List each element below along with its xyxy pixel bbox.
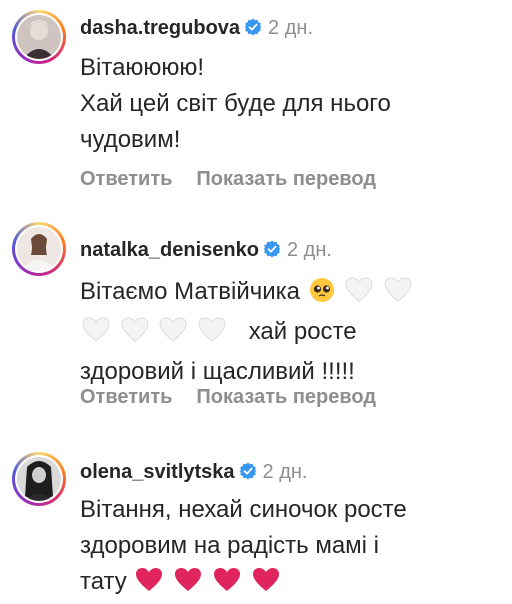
- reply-button[interactable]: Ответить: [80, 168, 172, 190]
- comment-time: 2 дн.: [286, 239, 332, 261]
- show-translation-button[interactable]: Показать перевод: [196, 168, 376, 190]
- comment-time: 2 дн.: [262, 461, 308, 483]
- avatar[interactable]: [17, 227, 61, 271]
- comment-item: dasha.tregubova 2 дн. Вітаюююю! Хай цей с…: [0, 0, 512, 210]
- white-heart-emoji: [198, 317, 226, 354]
- comment-line-text: хай росте: [248, 318, 357, 345]
- comment-line: тату: [80, 564, 490, 604]
- comment-text: Вітання, нехай синочок росте здоровим на…: [80, 492, 490, 604]
- comment-item: olena_svitlytska 2 дн. Вітання, нехай син…: [0, 440, 512, 600]
- avatar[interactable]: [17, 15, 61, 59]
- white-heart-emoji: [82, 317, 110, 354]
- comment-line: Хай цей світ буде для нього: [80, 90, 391, 117]
- white-heart-emoji: [121, 317, 149, 354]
- comment-line: Вітання, нехай синочок росте: [80, 496, 407, 523]
- comment-text: Вітаюююю! Хай цей світ буде для нього чу…: [80, 50, 490, 158]
- comment-line: хай росте: [80, 314, 490, 354]
- white-heart-emoji: [159, 317, 187, 354]
- reply-button[interactable]: Ответить: [80, 386, 172, 408]
- pleading-face-emoji: [309, 277, 335, 314]
- avatar-story-ring[interactable]: [12, 452, 66, 506]
- verified-badge-icon: [263, 240, 281, 264]
- comment-line-text: Вітаємо Матвійчика: [80, 278, 301, 305]
- avatar[interactable]: [17, 457, 61, 501]
- show-translation-button[interactable]: Показать перевод: [196, 386, 376, 408]
- avatar-story-ring[interactable]: [12, 222, 66, 276]
- username[interactable]: natalka_denisenko: [80, 239, 259, 261]
- red-heart-emoji: [135, 567, 163, 604]
- comment-line: здоровим на радість мамі і: [80, 532, 379, 559]
- comment-time: 2 дн.: [268, 17, 313, 39]
- verified-badge-icon: [244, 18, 262, 42]
- comment-text: Вітаємо Матвійчика хай росте здоровий і …: [80, 274, 490, 390]
- comment-line-text: тату: [80, 568, 127, 595]
- white-heart-emoji: [384, 277, 412, 314]
- comment-line: Вітаємо Матвійчика: [80, 274, 490, 314]
- red-heart-emoji: [213, 567, 241, 604]
- username[interactable]: olena_svitlytska: [80, 461, 235, 483]
- comment-line: Вітаюююю!: [80, 54, 205, 81]
- white-heart-emoji: [345, 277, 373, 314]
- comment-line: здоровий і щасливий !!!!!: [80, 358, 355, 385]
- red-heart-emoji: [174, 567, 202, 604]
- avatar-story-ring[interactable]: [12, 10, 66, 64]
- red-heart-emoji: [252, 567, 280, 604]
- username[interactable]: dasha.tregubova: [80, 17, 240, 39]
- verified-badge-icon: [239, 462, 257, 486]
- comment-item: natalka_denisenko 2 дн. Вітаємо Матвійчик…: [0, 220, 512, 430]
- comment-line: чудовим!: [80, 126, 181, 153]
